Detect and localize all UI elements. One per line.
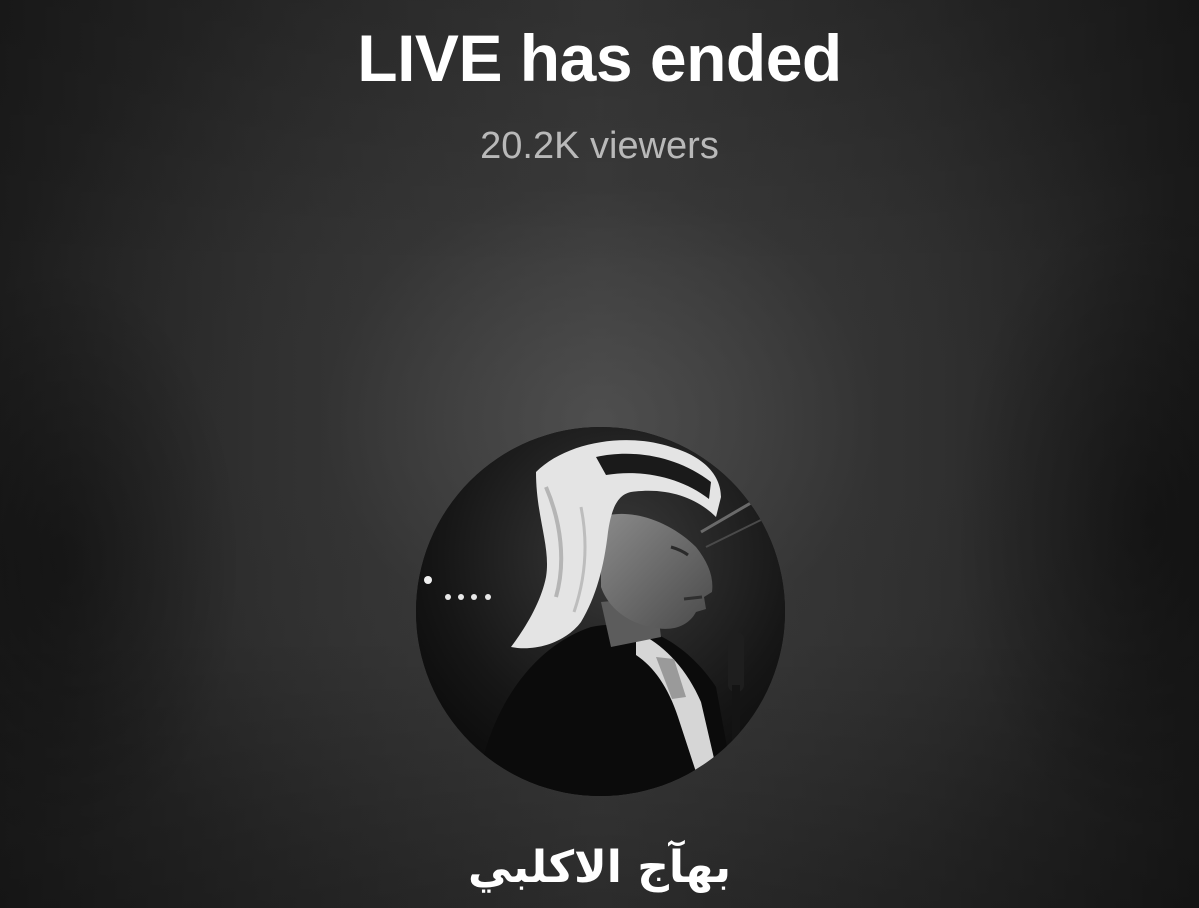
live-ended-title: LIVE has ended bbox=[357, 21, 842, 95]
viewer-count: 20.2K viewers bbox=[480, 125, 719, 167]
avatar-photo-icon bbox=[416, 427, 785, 796]
host-avatar[interactable] bbox=[416, 427, 785, 796]
host-username[interactable]: بهآج الاكلبي bbox=[0, 840, 1199, 896]
live-ended-screen: LIVE has ended 20.2K viewers بهآج الاكلب… bbox=[0, 0, 1199, 908]
